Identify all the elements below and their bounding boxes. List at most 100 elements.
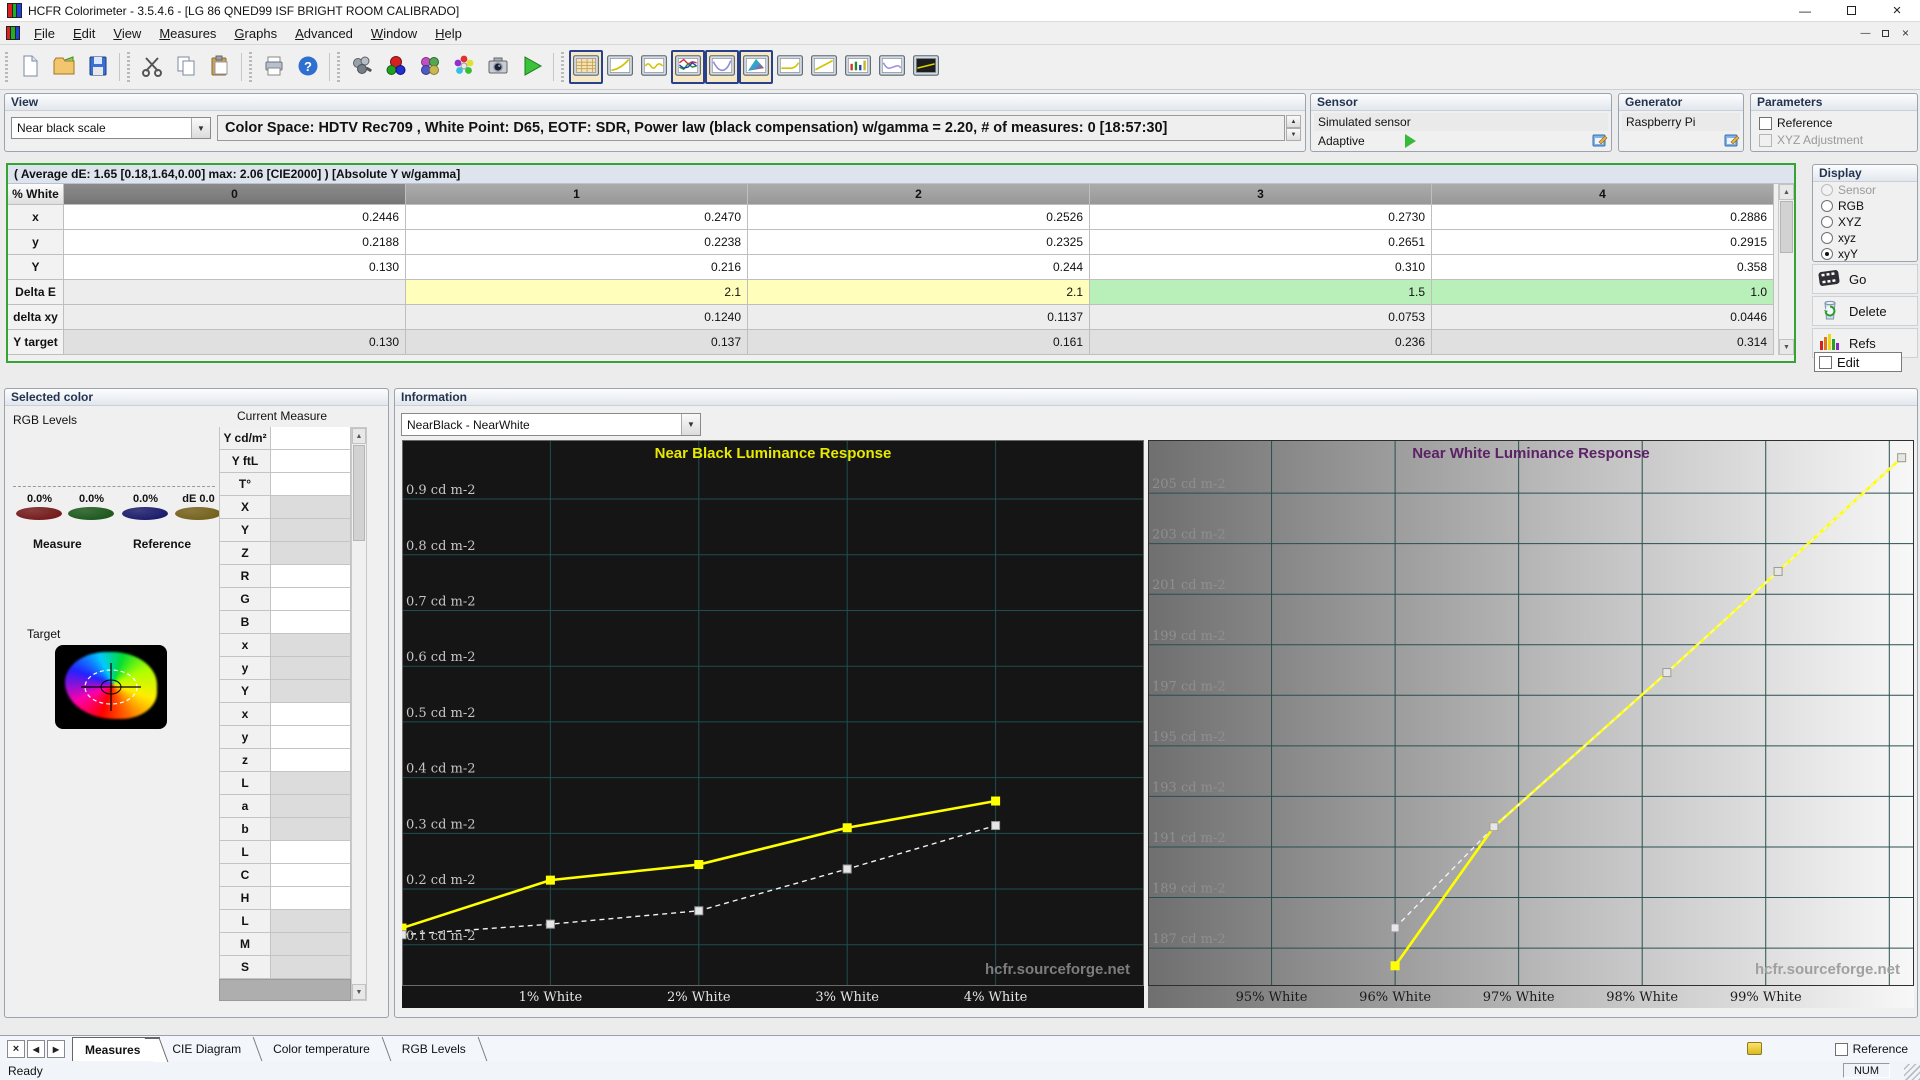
table-cell[interactable]: 0.314 bbox=[1432, 330, 1774, 355]
column-header-4[interactable]: 4 bbox=[1432, 184, 1774, 205]
spinner-up-icon[interactable]: ▲ bbox=[1286, 115, 1301, 128]
sensor-run-icon[interactable] bbox=[1405, 134, 1416, 148]
table-cell[interactable]: 0.236 bbox=[1090, 330, 1432, 355]
tab-color-temperature[interactable]: Color temperature bbox=[261, 1037, 390, 1061]
view-near-black-button[interactable] bbox=[705, 50, 739, 84]
measure-free-colors-button[interactable] bbox=[447, 50, 481, 84]
table-cell[interactable]: 0.358 bbox=[1432, 255, 1774, 280]
view-contrast-button[interactable] bbox=[807, 50, 841, 84]
view-cie-chart-button[interactable] bbox=[739, 50, 773, 84]
tab-rgb-levels[interactable]: RGB Levels bbox=[390, 1037, 486, 1061]
scroll-thumb[interactable] bbox=[1780, 201, 1793, 253]
chevron-down-icon[interactable]: ▼ bbox=[191, 118, 210, 138]
cm-scroll-thumb[interactable] bbox=[353, 445, 365, 541]
cm-row-value[interactable] bbox=[271, 680, 351, 703]
view-luminance-button[interactable] bbox=[637, 50, 671, 84]
view-measures-grid-button[interactable] bbox=[569, 50, 603, 84]
table-cell[interactable]: 1.5 bbox=[1090, 280, 1432, 305]
cm-row-value[interactable] bbox=[271, 611, 351, 634]
palette-icon[interactable] bbox=[1747, 1042, 1762, 1055]
table-cell[interactable]: 0.0446 bbox=[1432, 305, 1774, 330]
menu-edit[interactable]: Edit bbox=[64, 22, 104, 44]
cm-row-value[interactable] bbox=[271, 542, 351, 565]
reference-marker[interactable] bbox=[546, 920, 554, 928]
sensor-config-icon[interactable] bbox=[1592, 132, 1608, 151]
copy-button[interactable] bbox=[169, 50, 203, 84]
snapshot-button[interactable] bbox=[481, 50, 515, 84]
table-cell[interactable]: 0.1137 bbox=[748, 305, 1090, 330]
help-button[interactable]: ? bbox=[291, 50, 325, 84]
table-cell[interactable]: 0.2188 bbox=[64, 230, 406, 255]
cm-row-value[interactable] bbox=[271, 841, 351, 864]
cm-row-value[interactable] bbox=[271, 910, 351, 933]
table-cell[interactable]: 0.2886 bbox=[1432, 205, 1774, 230]
menu-advanced[interactable]: Advanced bbox=[286, 22, 362, 44]
table-cell[interactable]: 0.2730 bbox=[1090, 205, 1432, 230]
menu-file[interactable]: File bbox=[25, 22, 64, 44]
display-option-xyy[interactable]: xyY bbox=[1813, 246, 1917, 262]
table-cell[interactable]: 0.2470 bbox=[406, 205, 748, 230]
measure-marker[interactable] bbox=[843, 823, 852, 832]
cm-row-value[interactable] bbox=[271, 519, 351, 542]
radio-icon[interactable] bbox=[1821, 216, 1833, 228]
tab-prev-button[interactable]: ◀ bbox=[27, 1040, 45, 1058]
mdi-restore-button[interactable] bbox=[1877, 26, 1894, 41]
scale-select[interactable]: Near black scale ▼ bbox=[11, 117, 211, 139]
reference-marker[interactable] bbox=[1490, 823, 1498, 831]
scroll-up-icon[interactable]: ▲ bbox=[1779, 184, 1794, 200]
menu-measures[interactable]: Measures bbox=[150, 22, 225, 44]
menu-help[interactable]: Help bbox=[426, 22, 471, 44]
cm-row-value[interactable] bbox=[271, 565, 351, 588]
reference-marker[interactable] bbox=[1391, 924, 1399, 932]
table-cell[interactable] bbox=[64, 305, 406, 330]
table-cell[interactable]: 0.137 bbox=[406, 330, 748, 355]
table-cell[interactable]: 0.310 bbox=[1090, 255, 1432, 280]
cm-row-value[interactable] bbox=[271, 933, 351, 956]
measure-primaries-button[interactable] bbox=[379, 50, 413, 84]
table-cell[interactable]: 0.161 bbox=[748, 330, 1090, 355]
cm-row-value[interactable] bbox=[271, 887, 351, 910]
current-measure-scrollbar[interactable]: ▲ ▼ bbox=[351, 427, 367, 1001]
column-header-2[interactable]: 2 bbox=[748, 184, 1090, 205]
cm-row-value[interactable] bbox=[271, 818, 351, 841]
reference-marker[interactable] bbox=[1774, 567, 1782, 575]
display-option-rgb[interactable]: RGB bbox=[1813, 198, 1917, 214]
reference-marker[interactable] bbox=[1663, 669, 1671, 677]
table-cell[interactable]: 2.1 bbox=[748, 280, 1090, 305]
cm-row-value[interactable] bbox=[271, 864, 351, 887]
column-header-1[interactable]: 1 bbox=[406, 184, 748, 205]
menu-graphs[interactable]: Graphs bbox=[225, 22, 286, 44]
restore-button[interactable] bbox=[1828, 0, 1874, 21]
resize-grip[interactable] bbox=[1904, 1064, 1920, 1080]
measure-marker[interactable] bbox=[1391, 961, 1400, 970]
statusbar-reference-checkbox[interactable] bbox=[1835, 1043, 1848, 1056]
cm-row-value[interactable] bbox=[271, 726, 351, 749]
go-button[interactable]: Go bbox=[1812, 264, 1918, 294]
reference-marker[interactable] bbox=[695, 907, 703, 915]
reference-marker[interactable] bbox=[1898, 454, 1906, 462]
tab-measures[interactable]: Measures bbox=[72, 1037, 160, 1061]
table-cell[interactable]: 0.130 bbox=[64, 330, 406, 355]
chevron-down-icon[interactable]: ▼ bbox=[681, 414, 700, 435]
view-color-temp-button[interactable] bbox=[773, 50, 807, 84]
cm-row-value[interactable] bbox=[271, 496, 351, 519]
column-header-3[interactable]: 3 bbox=[1090, 184, 1432, 205]
table-cell[interactable]: 0.130 bbox=[64, 255, 406, 280]
table-cell[interactable]: 0.216 bbox=[406, 255, 748, 280]
cm-row-value[interactable] bbox=[271, 450, 351, 473]
delete-button[interactable]: Delete bbox=[1812, 296, 1918, 326]
minimize-button[interactable]: — bbox=[1782, 0, 1828, 21]
radio-icon[interactable] bbox=[1821, 232, 1833, 244]
mdi-close-button[interactable]: × bbox=[1897, 26, 1914, 41]
view-rgb-levels-button[interactable] bbox=[671, 50, 705, 84]
sensor-config-button[interactable] bbox=[345, 50, 379, 84]
cm-row-value[interactable] bbox=[271, 749, 351, 772]
info-spinner[interactable]: ▲ ▼ bbox=[1286, 115, 1301, 141]
display-option-xyz[interactable]: xyz bbox=[1813, 230, 1917, 246]
cm-scroll-up-icon[interactable]: ▲ bbox=[352, 428, 366, 444]
table-cell[interactable]: 0.1240 bbox=[406, 305, 748, 330]
print-button[interactable] bbox=[257, 50, 291, 84]
measure-marker[interactable] bbox=[991, 797, 1000, 806]
menu-view[interactable]: View bbox=[104, 22, 150, 44]
reference-marker[interactable] bbox=[992, 822, 1000, 830]
